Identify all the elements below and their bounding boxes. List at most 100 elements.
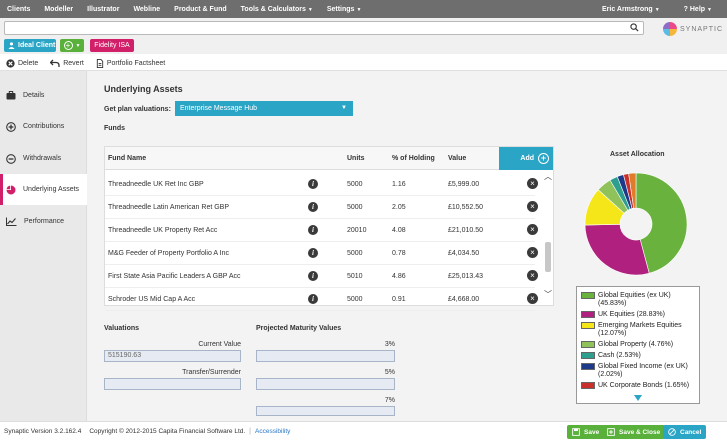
triangle-down-icon[interactable]: [634, 395, 642, 401]
asset-allocation-chart: [584, 172, 688, 276]
nav-tools-calculators[interactable]: Tools & Calculators ▼: [234, 6, 320, 13]
fund-name-cell: Threadneedle UK Ret Inc GBP: [108, 181, 204, 188]
toolbar: Delete Revert Portfolio Factsheet: [0, 56, 727, 71]
remove-fund-icon[interactable]: ×: [527, 293, 538, 304]
table-row[interactable]: Threadneedle UK Property Ret Acc 20010 4.0…: [105, 219, 538, 242]
holding-cell: 0.78: [392, 250, 406, 257]
sidebar-item-details[interactable]: Details: [0, 80, 87, 111]
revert-label: Revert: [63, 59, 84, 67]
nav-settings[interactable]: Settings ▼: [320, 6, 369, 13]
legend-label: Global Property (4.76%): [598, 341, 674, 348]
chevron-up-icon[interactable]: ︿: [544, 173, 552, 181]
delete-button[interactable]: Delete: [6, 58, 39, 68]
nav-product-fund[interactable]: Product & Fund: [167, 6, 234, 13]
chevron-down-icon: ▼: [356, 6, 362, 13]
nav-modeller[interactable]: Modeller: [37, 6, 80, 13]
sidebar-item-contributions[interactable]: Contributions: [0, 111, 87, 142]
user-menu[interactable]: Eric Armstrong ▼: [595, 6, 667, 13]
remove-fund-icon[interactable]: ×: [527, 178, 538, 189]
sidebar: Details Contributions Withdrawals Underl…: [0, 71, 88, 421]
save-close-icon: [607, 428, 615, 436]
save-close-button[interactable]: Save & Close: [602, 425, 666, 439]
chevron-down-icon[interactable]: ﹀: [544, 291, 552, 299]
sidebar-item-performance[interactable]: Performance: [0, 206, 87, 237]
rate-7-field[interactable]: [256, 406, 395, 416]
column-fund-name: Fund Name: [108, 155, 147, 162]
add-fund-button[interactable]: Add +: [499, 147, 553, 170]
current-value-field[interactable]: 515190.63: [104, 350, 241, 362]
fund-name-cell: Threadneedle Latin American Ret GBP: [108, 204, 230, 211]
chevron-down-icon: ▼: [707, 6, 712, 13]
portfolio-factsheet-button[interactable]: Portfolio Factsheet: [96, 58, 166, 68]
cancel-circle-icon: [668, 428, 676, 436]
table-row[interactable]: M&G Feeder of Property Portfolio A Inc 50…: [105, 242, 538, 265]
remove-fund-icon[interactable]: ×: [527, 224, 538, 235]
value-cell: £21,010.50: [448, 227, 484, 234]
remove-fund-icon[interactable]: ×: [527, 201, 538, 212]
revert-button[interactable]: Revert: [50, 59, 84, 68]
footer-divider: |: [249, 427, 251, 435]
transfer-surrender-field[interactable]: [104, 378, 241, 390]
column-units: Units: [347, 155, 365, 162]
sidebar-item-withdrawals[interactable]: Withdrawals: [0, 143, 87, 174]
save-label: Save: [584, 428, 600, 436]
accessibility-link[interactable]: Accessibility: [255, 428, 290, 435]
rate-3-field[interactable]: [256, 350, 395, 362]
fund-name-cell: First State Asia Pacific Leaders A GBP A…: [108, 273, 241, 280]
value-cell: £10,552.50: [448, 204, 484, 211]
info-icon[interactable]: i: [308, 294, 318, 304]
nav-clients[interactable]: Clients: [0, 6, 37, 13]
info-icon[interactable]: i: [308, 248, 318, 258]
rate-5-label: 5%: [384, 369, 395, 376]
nav-illustrator[interactable]: Illustrator: [80, 6, 126, 13]
table-row[interactable]: First State Asia Pacific Leaders A GBP A…: [105, 265, 538, 288]
add-plan-button[interactable]: + ▼: [60, 39, 84, 52]
plan-tab[interactable]: Fidelity ISA: [90, 39, 134, 52]
rate-5-field[interactable]: [256, 378, 395, 390]
legend-item: Cash (2.53%): [581, 352, 695, 360]
save-button[interactable]: Save: [567, 425, 605, 439]
nav-webline[interactable]: Webline: [126, 6, 167, 13]
info-icon[interactable]: i: [308, 225, 318, 235]
units-cell: 5000: [347, 204, 363, 211]
remove-fund-icon[interactable]: ×: [527, 270, 538, 281]
factsheet-label: Portfolio Factsheet: [106, 59, 166, 67]
table-row[interactable]: Schroder US Mid Cap A Acc 5000 0.91 £4,668.…: [105, 288, 538, 311]
copyright-text: Copyright © 2012-2015 Capita Financial S…: [89, 427, 246, 435]
help-menu[interactable]: ? Help ▼: [677, 6, 719, 13]
search-input[interactable]: [5, 22, 625, 34]
units-cell: 5010: [347, 273, 363, 280]
remove-fund-icon[interactable]: ×: [527, 247, 538, 258]
sidebar-item-label: Underlying Assets: [23, 186, 80, 193]
sidebar-item-label: Withdrawals: [23, 155, 62, 162]
info-icon[interactable]: i: [308, 271, 318, 281]
legend-swatch: [581, 341, 595, 348]
units-cell: 5000: [347, 296, 363, 303]
current-value-label: Current Value: [198, 341, 241, 348]
table-scrollbar[interactable]: ︿ ﹀: [544, 173, 552, 303]
table-row[interactable]: Threadneedle Latin American Ret GBP 5000 2…: [105, 196, 538, 219]
info-icon[interactable]: i: [308, 202, 318, 212]
cancel-label: Cancel: [680, 428, 702, 436]
plan-valuations-select[interactable]: Enterprise Message Hub ▼: [175, 101, 353, 116]
briefcase-icon: [6, 91, 16, 100]
chevron-down-icon: ▼: [307, 6, 313, 13]
pie-slice[interactable]: [584, 224, 650, 276]
client-button[interactable]: Ideal Client: [4, 39, 56, 52]
asset-allocation-title: Asset Allocation: [610, 151, 665, 158]
legend-item: Global Fixed Income (ex UK) (2.02%): [581, 363, 695, 379]
plus-circle-icon: +: [63, 41, 73, 50]
scroll-thumb[interactable]: [545, 242, 551, 272]
nav-settings-label: Settings: [326, 5, 355, 13]
info-icon[interactable]: i: [308, 179, 318, 189]
fund-name-cell: Threadneedle UK Property Ret Acc: [108, 227, 218, 234]
table-row[interactable]: Threadneedle UK Ret Inc GBP 5000 1.16 £5,99…: [105, 173, 538, 196]
search-icon[interactable]: [630, 23, 639, 32]
delete-label: Delete: [18, 59, 39, 67]
legend-item: UK Equities (28.83%): [581, 311, 695, 319]
column-holding: % of Holding: [392, 155, 435, 162]
sidebar-item-underlying-assets[interactable]: Underlying Assets: [0, 174, 88, 205]
person-icon: [8, 42, 15, 49]
holding-cell: 1.16: [392, 181, 406, 188]
cancel-button[interactable]: Cancel: [663, 425, 707, 439]
